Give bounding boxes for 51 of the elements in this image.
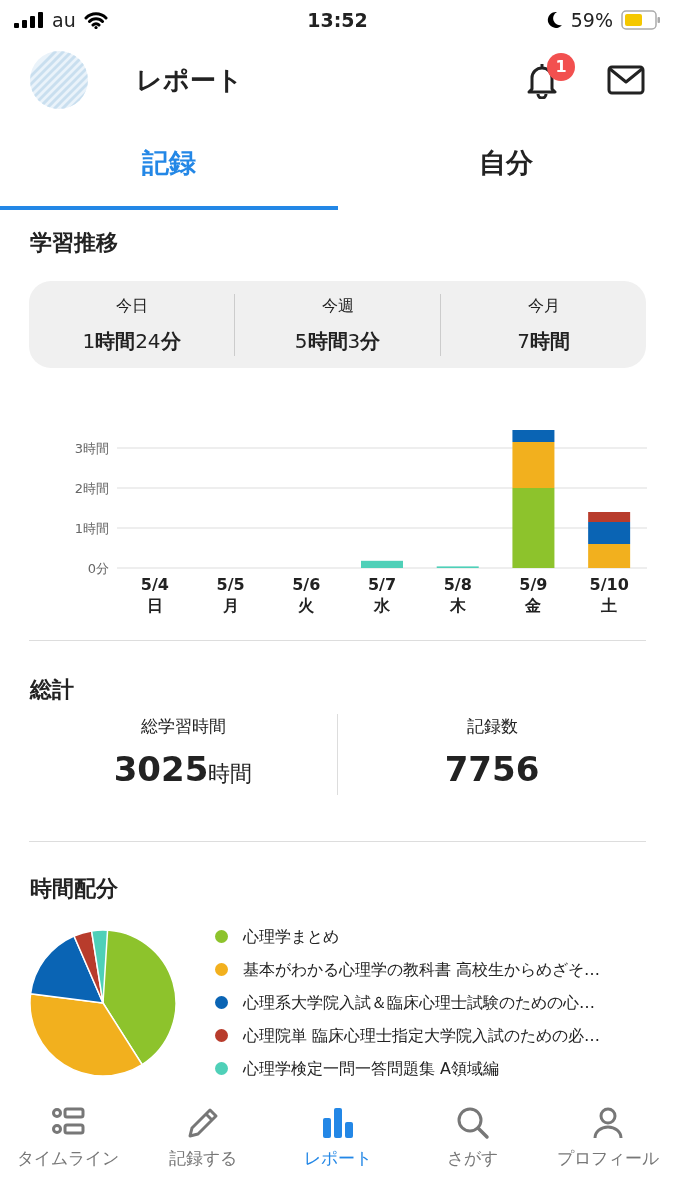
battery-icon [621,10,661,30]
stat-label: 記録数 [465,715,519,738]
tab[interactable]: 自分 [337,120,675,210]
nav-tab[interactable]: 記録する [135,1105,270,1200]
summary-label: 今週 [320,294,355,317]
status-time: 13:52 [306,7,369,33]
summary-value: 1時間24分 [81,327,182,355]
bar-segment [361,560,403,568]
axis-category-label: 5/8 木 [443,575,472,615]
nav-tab[interactable]: タイムライン [0,1105,135,1200]
axis-tick-label: 3時間 [74,441,109,456]
legend-label: 心理学まとめ [243,925,339,948]
summary-label: 今日 [114,294,149,317]
axis-tick-label: 1時間 [74,521,109,536]
stat-label: 総学習時間 [139,715,227,738]
nav-tab[interactable]: プロフィール [540,1105,675,1200]
search-icon [455,1106,490,1140]
tab[interactable]: 記録 [0,120,338,210]
axis-category-label: 5/6 火 [292,575,321,615]
notification-badge: 1 [547,53,575,81]
axis-tick-label: 2時間 [74,481,109,496]
axis-category-label: 5/5 月 [216,575,245,615]
stat-value: 7756 [443,747,541,791]
axis-category-label: 5/10 土 [589,575,629,615]
axis-category-label: 5/4 日 [140,575,169,615]
nav-tab[interactable]: レポート [270,1105,405,1200]
legend-label: 心理系大学院入試＆臨床心理士試験のための心… [243,991,595,1014]
wifi-icon [83,11,108,29]
battery-percentage: 59% [570,7,613,33]
carrier-name: au [52,7,76,33]
legend-label: 心理学検定一問一答問題集 A領域編 [243,1057,500,1080]
nav-tab[interactable]: さがす [405,1105,540,1200]
signal-icon [14,12,44,28]
legend-label: 基本がわかる心理学の教科書 高校生からめざそ… [243,958,601,981]
axis-category-label: 5/7 水 [367,575,397,615]
stat-value: 3025時間 [112,747,254,791]
summary-value: 5時間3分 [293,327,382,355]
mail-icon[interactable] [607,65,645,95]
summary-label: 今月 [526,294,561,317]
moon-icon [546,11,563,29]
section-title: 学習推移 [29,229,119,257]
summary-value: 7時間 [516,327,571,355]
bar-segment [588,544,631,568]
bell-icon[interactable] [525,61,559,99]
axis-category-label: 5/9 金 [519,575,548,615]
section-title: 総計 [28,676,75,704]
legend-label: 心理院単 臨床心理士指定大学院入試のための必… [243,1024,601,1047]
axis-tick-label: 0分 [87,561,109,576]
section-title: 時間配分 [29,874,119,903]
page-title: レポート [136,63,244,97]
bar-chart-icon [320,1106,355,1140]
